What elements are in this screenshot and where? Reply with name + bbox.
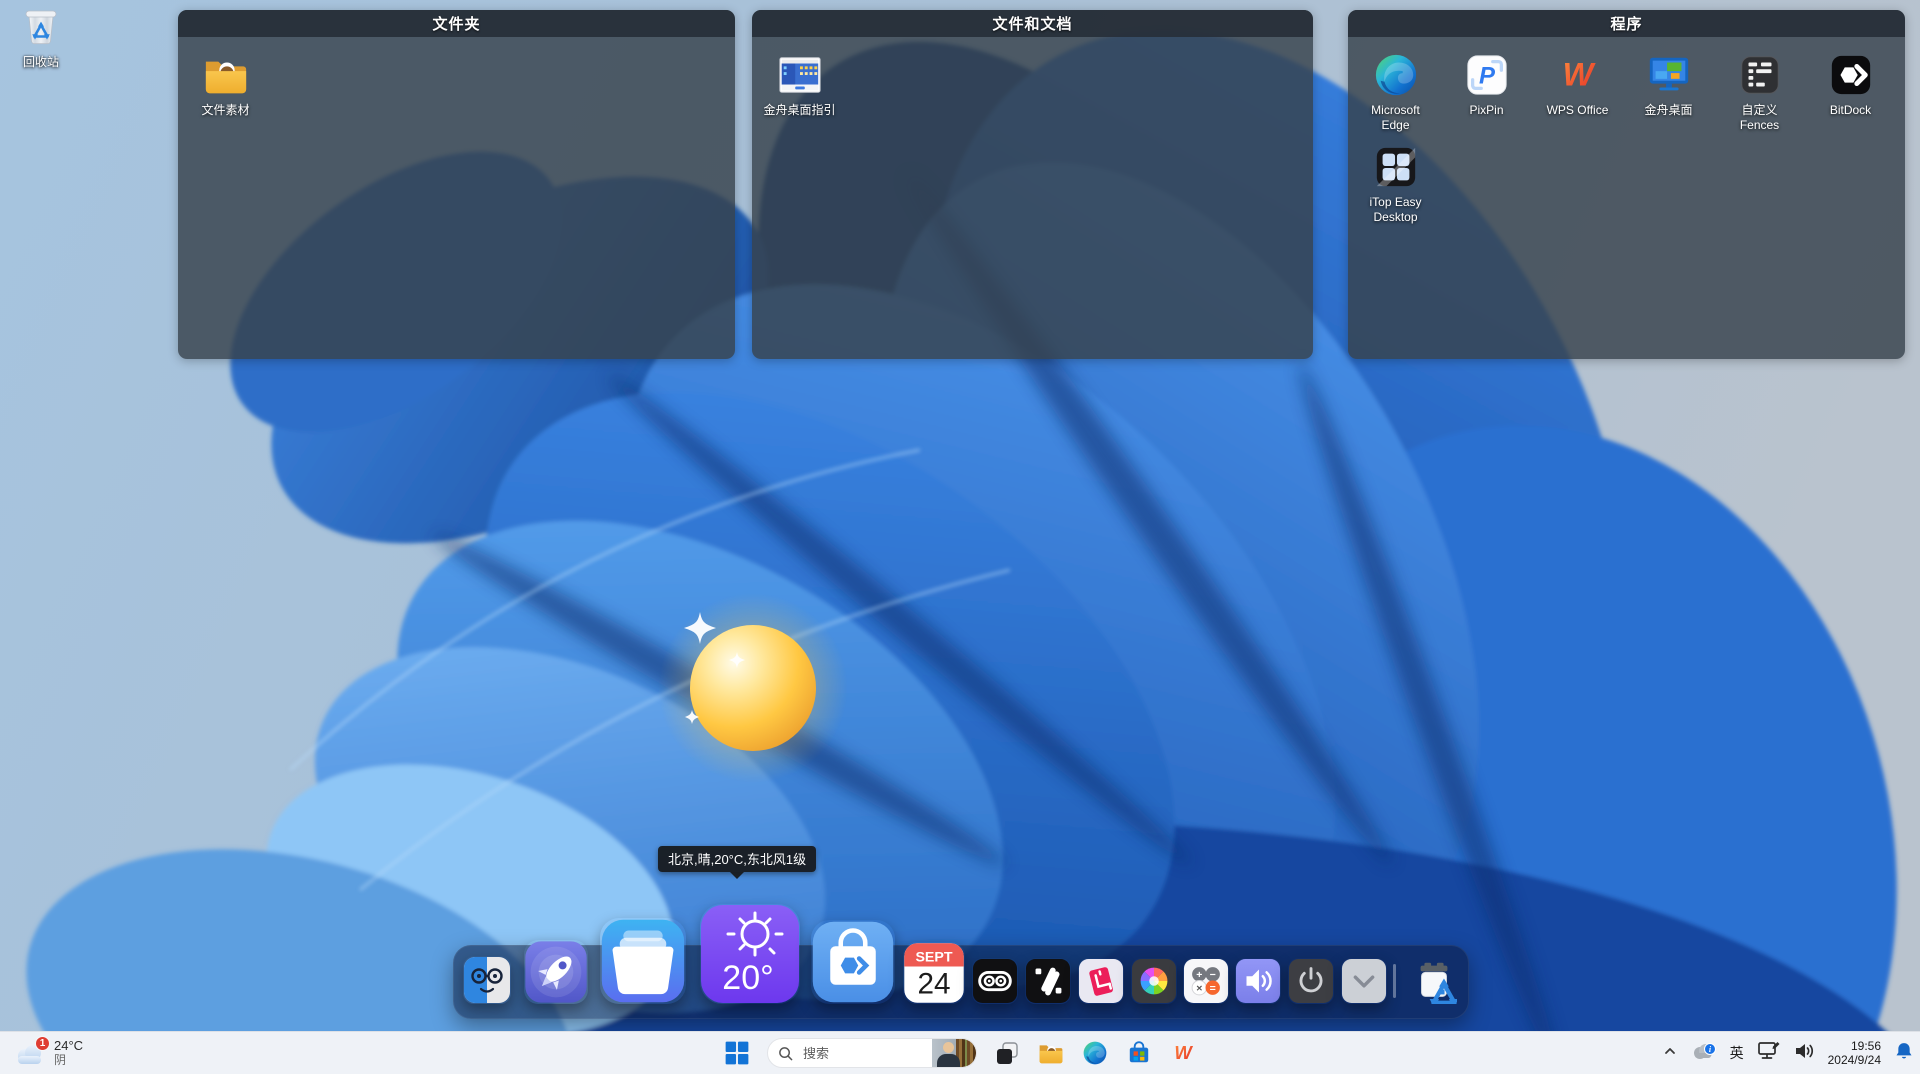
search-daily-image-avatar xyxy=(932,1039,976,1067)
fence-panel-documents: 文件和文档 金舟桌面指引 xyxy=(752,10,1313,359)
dock-separator xyxy=(1393,964,1396,998)
tray-cloud-info-icon[interactable]: i xyxy=(1691,1041,1717,1066)
tray-clock[interactable]: 19:56 2024/9/24 xyxy=(1828,1039,1881,1067)
dock-calendar-widget[interactable]: SEPT 24 xyxy=(903,942,965,1004)
microsoft-store-icon xyxy=(1126,1040,1152,1066)
svg-text:P: P xyxy=(1479,63,1495,90)
desktop-item-goldboat-desktop[interactable]: 金舟桌面 xyxy=(1623,52,1714,144)
desktop-item-pixpin[interactable]: P PixPin xyxy=(1441,52,1532,144)
svg-text:SEPT: SEPT xyxy=(915,949,952,965)
fence-documents-titlebar[interactable]: 文件和文档 xyxy=(752,10,1313,37)
dock-crop-tool-icon[interactable] xyxy=(1078,958,1124,1004)
taskbar-weather-widget[interactable]: 1 24°C 阴 xyxy=(12,1032,83,1074)
task-view-icon xyxy=(994,1040,1020,1066)
recycle-bin-icon xyxy=(21,4,61,51)
fence-panel-programs: 程序 Microsoft Edge P Pix xyxy=(1348,10,1905,359)
wps-office-icon xyxy=(1170,1040,1196,1066)
tray-time: 19:56 xyxy=(1851,1039,1881,1053)
dock-weather-widget[interactable]: 20° xyxy=(700,904,800,1004)
weather-alert-badge: 1 xyxy=(35,1036,50,1051)
search-input[interactable] xyxy=(801,1045,932,1062)
search-icon xyxy=(778,1046,793,1061)
desktop-item-desktop-guide[interactable]: 金舟桌面指引 xyxy=(754,52,845,144)
fence-folders-titlebar[interactable]: 文件夹 xyxy=(178,10,735,37)
tray-chevron-up-icon[interactable] xyxy=(1662,1043,1678,1064)
desktop-item-itop-easy-desktop[interactable]: iTop Easy Desktop xyxy=(1350,144,1441,236)
windows-logo-icon xyxy=(724,1040,750,1066)
dock-power-icon[interactable] xyxy=(1288,958,1334,1004)
edge-browser-button[interactable] xyxy=(1081,1039,1109,1067)
svg-text:+: + xyxy=(1196,969,1202,981)
recycle-bin-label: 回收站 xyxy=(23,55,59,69)
tray-volume-icon[interactable] xyxy=(1794,1041,1815,1066)
tray-display-pen-icon[interactable] xyxy=(1757,1040,1781,1067)
fence-documents-title: 文件和文档 xyxy=(992,13,1072,34)
dock-face-avatar-icon[interactable] xyxy=(463,956,511,1004)
tray-ime-indicator[interactable]: 英 xyxy=(1730,1043,1744,1063)
bitdock-icon xyxy=(1828,52,1874,98)
taskbar-temperature: 24°C xyxy=(54,1039,83,1053)
dock-recorder-goggles-icon[interactable] xyxy=(972,958,1018,1004)
tray-notification-bell-icon[interactable] xyxy=(1894,1041,1914,1066)
dock-percent-slashes-icon[interactable] xyxy=(1025,958,1071,1004)
dock-calculator-icon[interactable]: + − × = xyxy=(1183,958,1229,1004)
svg-text:20°: 20° xyxy=(722,959,773,997)
itop-easy-desktop-icon xyxy=(1373,144,1419,190)
fence-panel-folders: 文件夹 文件素材 xyxy=(178,10,735,359)
desktop-item-file-assets[interactable]: 文件素材 xyxy=(180,52,271,144)
dock-collapse-chevron-icon[interactable] xyxy=(1341,958,1387,1004)
dock-rocket-icon[interactable] xyxy=(524,940,588,1004)
desktop-item-bitdock[interactable]: BitDock xyxy=(1805,52,1896,144)
desktop-screen: W 回收站 xyxy=(0,0,1920,1074)
wps-office-icon xyxy=(1555,52,1601,98)
fence-programs-titlebar[interactable]: 程序 xyxy=(1348,10,1905,37)
file-explorer-icon xyxy=(1038,1040,1064,1066)
taskbar-search-box[interactable] xyxy=(767,1038,977,1068)
dock-recycle-bin-icon[interactable] xyxy=(1411,958,1457,1004)
tray-date: 2024/9/24 xyxy=(1828,1053,1881,1067)
fence-folders-title: 文件夹 xyxy=(432,13,480,34)
fences-list-icon xyxy=(1737,52,1783,98)
svg-text:=: = xyxy=(1210,983,1216,995)
folder-icon xyxy=(203,52,249,98)
microsoft-store-button[interactable] xyxy=(1125,1039,1153,1067)
edge-icon xyxy=(1082,1040,1108,1066)
pixpin-icon: P xyxy=(1464,52,1510,98)
monitor-tiles-icon xyxy=(1646,52,1692,98)
taskbar: 1 24°C 阴 xyxy=(0,1031,1920,1074)
desktop-recycle-bin[interactable]: 回收站 xyxy=(8,4,74,69)
start-button[interactable] xyxy=(723,1039,751,1067)
desktop-item-wps[interactable]: WPS Office xyxy=(1532,52,1623,144)
dock-app-store-bag-icon[interactable] xyxy=(811,920,895,1004)
dock-storage-box-icon[interactable] xyxy=(600,918,686,1004)
taskbar-weather-condition: 阴 xyxy=(54,1053,83,1067)
edge-icon xyxy=(1373,52,1419,98)
weather-tooltip: 北京,晴,20°C,东北风1级 xyxy=(658,846,816,872)
desktop-item-fences[interactable]: 自定义 Fences xyxy=(1714,52,1805,144)
wps-office-button[interactable] xyxy=(1169,1039,1197,1067)
fence-programs-title: 程序 xyxy=(1610,13,1642,34)
desktop-item-edge[interactable]: Microsoft Edge xyxy=(1350,52,1441,144)
dock-color-wheel-icon[interactable] xyxy=(1131,958,1177,1004)
sun-ball xyxy=(658,593,848,783)
dock-volume-icon[interactable] xyxy=(1235,958,1281,1004)
document-thumbnail-icon xyxy=(777,52,823,98)
svg-text:−: − xyxy=(1210,969,1216,981)
svg-text:24: 24 xyxy=(917,968,950,1001)
file-explorer-button[interactable] xyxy=(1037,1039,1065,1067)
cloud-icon: 1 xyxy=(12,1038,46,1068)
svg-text:×: × xyxy=(1196,983,1202,995)
task-view-button[interactable] xyxy=(993,1039,1021,1067)
